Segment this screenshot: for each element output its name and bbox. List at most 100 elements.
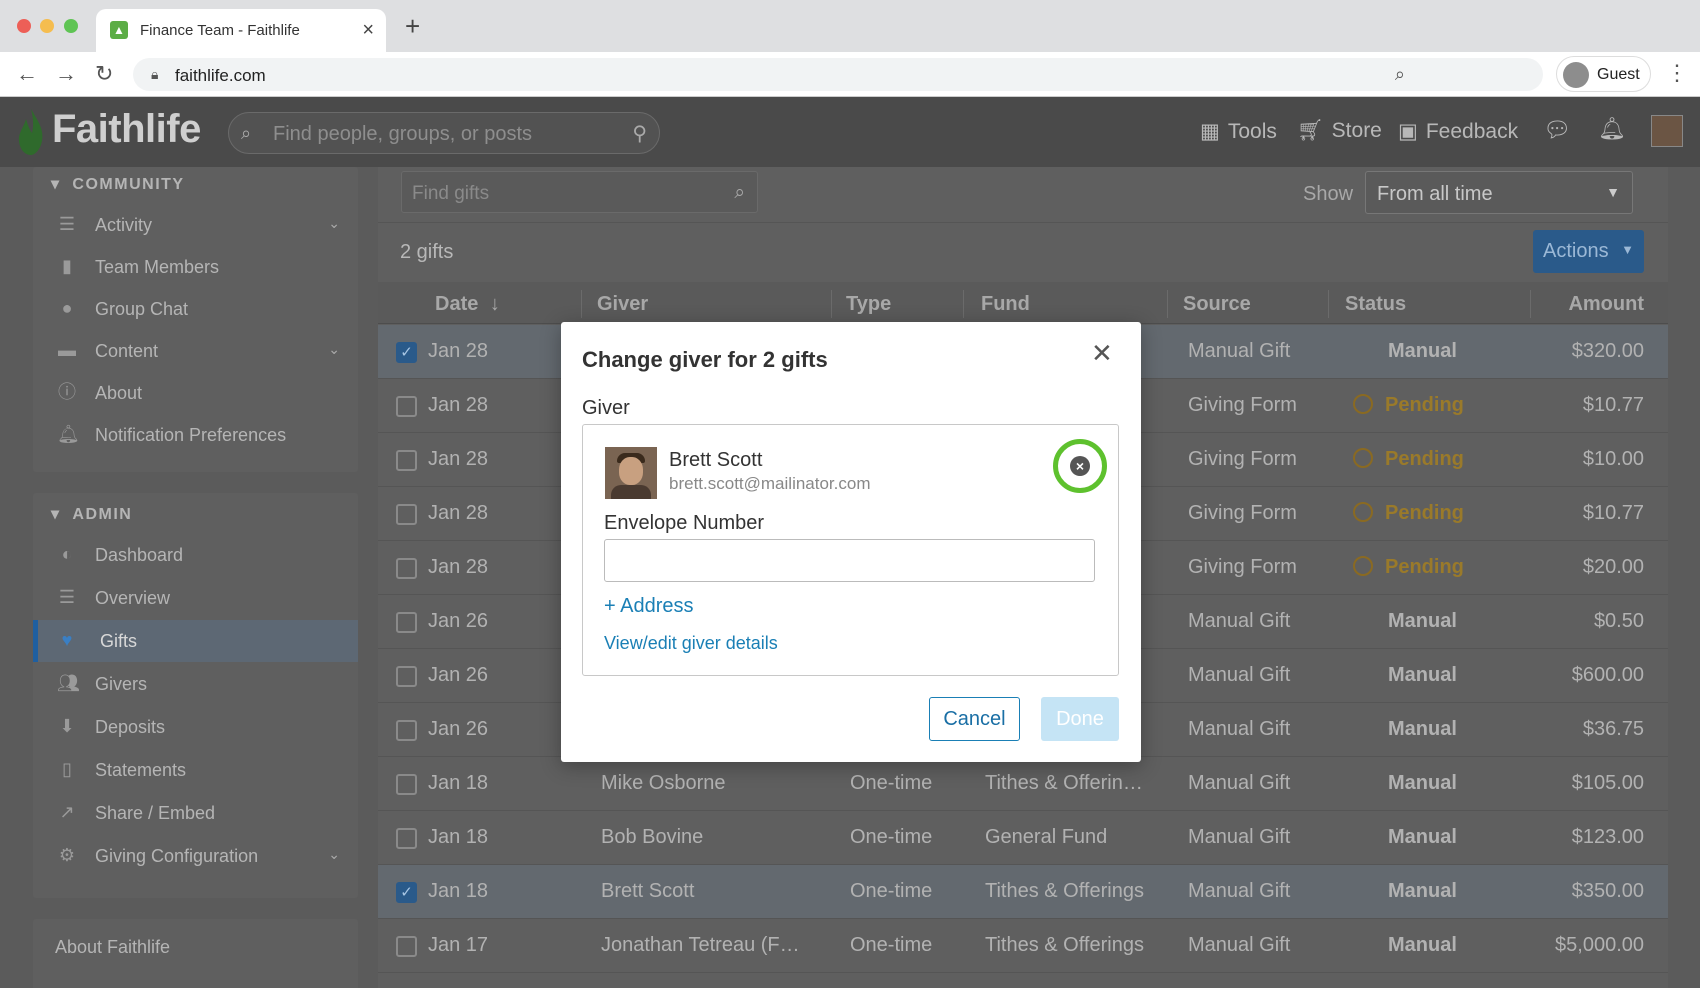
row-checkbox[interactable] [396,720,417,741]
actions-button[interactable]: Actions ▼ [1533,230,1644,273]
close-window-button[interactable] [17,19,31,33]
cell-source: Giving Form [1188,448,1297,470]
done-button[interactable]: Done [1041,697,1119,741]
search-icon[interactable]: ⌕ [734,182,745,204]
minimize-window-button[interactable] [40,19,54,33]
row-checkbox[interactable] [396,666,417,687]
cancel-button[interactable]: Cancel [929,697,1020,741]
sidebar-item-overview[interactable]: ☰ Overview [33,577,358,619]
sidebar-item-label: Givers [95,674,148,694]
feedback-link[interactable]: ▣ Feedback [1398,119,1518,144]
more-menu-icon[interactable]: ⋮ [1666,60,1688,86]
column-fund[interactable]: Fund [981,293,1030,316]
dashboard-icon: ◐ [61,544,73,564]
row-checkbox[interactable] [396,936,417,957]
profile-button[interactable]: Guest [1556,56,1651,92]
row-checkbox[interactable] [396,450,417,471]
row-checkbox[interactable]: ✓ [396,342,417,363]
change-giver-modal: Change giver for 2 gifts ✕ Giver Brett S… [561,322,1141,762]
global-search-input[interactable]: ⌕ Find people, groups, or posts ⚲ [228,112,660,154]
chevron-down-icon[interactable]: ⌄ [328,341,340,358]
date-range-select[interactable]: From all time ▼ [1365,171,1633,214]
maximize-window-button[interactable] [64,19,78,33]
sidebar-item-team-members[interactable]: ▮ Team Members [33,246,358,288]
faithlife-flame-icon[interactable] [16,107,46,157]
remove-giver-button[interactable]: × [1053,439,1107,493]
cell-giver[interactable]: Mike Osborne [601,772,726,795]
admin-heading[interactable]: ▾ ADMIN [51,504,132,524]
table-row[interactable]: Jan 18 Bob Bovine One-time General Fund Manu… [378,811,1668,865]
row-checkbox[interactable]: ✓ [396,882,417,903]
cell-source: Manual Gift [1188,772,1291,794]
column-source[interactable]: Source [1183,293,1251,316]
table-row[interactable]: Jan 17 Jonathan Tetreau (F… One-time Tithes… [378,919,1668,973]
close-icon[interactable]: ✕ [1091,340,1113,366]
find-gifts-input[interactable]: Find gifts ⌕ [401,171,758,213]
column-type[interactable]: Type [846,293,891,316]
reload-icon[interactable]: ↻ [95,61,113,87]
row-checkbox[interactable] [396,774,417,795]
community-heading[interactable]: ▾ COMMUNITY [51,174,185,194]
document-icon: ▯ [62,759,72,779]
sidebar-item-about[interactable]: ⓘ About [33,372,358,414]
column-status[interactable]: Status [1345,293,1406,316]
add-address-link[interactable]: + Address [604,595,694,618]
sidebar-item-content[interactable]: ▬ Content ⌄ [33,330,358,372]
view-edit-giver-link[interactable]: View/edit giver details [604,633,778,654]
chevron-down-icon[interactable]: ⌄ [328,215,340,232]
status-label: Pending [1385,502,1464,524]
browser-tab[interactable]: ▲ Finance Team - Faithlife × [96,9,386,52]
tools-link[interactable]: ▦ Tools [1200,119,1277,144]
sidebar-item-statements[interactable]: ▯ Statements [33,749,358,791]
cell-date: Jan 18 [428,826,489,848]
cell-amount: $0.50 [1593,610,1644,632]
sidebar-item-deposits[interactable]: ⬇ Deposits [33,706,358,748]
cell-type: One-time [850,826,933,848]
sidebar-item-giving-configuration[interactable]: ⚙ Giving Configuration ⌄ [33,835,358,877]
folder-icon: ▬ [58,340,76,360]
location-pin-icon[interactable]: ⚲ [632,121,647,146]
cell-giver[interactable]: Bob Bovine [601,826,703,849]
store-link[interactable]: 🛒︎ Store [1297,119,1382,143]
column-separator [963,290,964,318]
cell-amount: $5,000.00 [1555,934,1644,956]
close-tab-icon[interactable]: × [362,19,374,42]
sidebar-item-notification-preferences[interactable]: 🔔︎ Notification Preferences [33,414,358,456]
envelope-number-input[interactable] [604,539,1095,582]
column-amount[interactable]: Amount [1568,293,1644,316]
back-arrow-icon[interactable]: ← [16,61,38,87]
row-checkbox[interactable] [396,504,417,525]
sidebar-item-activity[interactable]: ☰ Activity ⌄ [33,204,358,246]
cell-amount: $20.00 [1582,556,1644,578]
sidebar-item-label: Dashboard [95,545,184,565]
cell-giver[interactable]: Jonathan Tetreau (F… [601,934,800,957]
clock-icon [1353,394,1373,414]
table-row[interactable]: ✓ Jan 18 Brett Scott One-time Tithes & Offer… [378,865,1668,919]
forward-arrow-icon[interactable]: → [55,61,77,87]
sidebar-item-dashboard[interactable]: ◐ Dashboard [33,534,358,576]
zoom-icon[interactable]: ⌕ [1395,64,1405,85]
admin-panel: ▾ ADMIN ◐ Dashboard ☰ Overview ♥ Gifts 👥︎ Gi… [33,493,358,898]
user-avatar[interactable] [1651,115,1683,147]
url-field[interactable]: 🔒︎ faithlife.com ⌕ [133,58,1543,91]
table-row[interactable]: Jan 18 Mike Osborne One-time Tithes & Offer… [378,757,1668,811]
row-checkbox[interactable] [396,828,417,849]
sidebar-item-group-chat[interactable]: ● Group Chat [33,288,358,330]
row-checkbox[interactable] [396,612,417,633]
sidebar-item-gifts[interactable]: ♥ Gifts [33,620,358,662]
row-checkbox[interactable] [396,558,417,579]
row-checkbox[interactable] [396,396,417,417]
faithlife-logo[interactable]: Faithlife [52,107,201,152]
chevron-down-icon[interactable]: ⌄ [328,846,340,863]
column-date[interactable]: Date ↓ [435,293,500,316]
cell-date: Jan 26 [428,718,489,740]
sidebar-item-share-embed[interactable]: ↗ Share / Embed [33,792,358,834]
new-tab-button[interactable]: + [405,13,420,39]
column-giver[interactable]: Giver [597,293,648,316]
notifications-bell-icon[interactable]: 🔔︎ [1598,116,1626,142]
messages-icon[interactable]: 💬︎ [1543,117,1571,143]
search-placeholder: Find people, groups, or posts [273,123,533,145]
sidebar-item-givers[interactable]: 👥︎ Givers [33,663,358,705]
about-faithlife-link[interactable]: About Faithlife [55,937,170,958]
cell-giver[interactable]: Brett Scott [601,880,694,903]
